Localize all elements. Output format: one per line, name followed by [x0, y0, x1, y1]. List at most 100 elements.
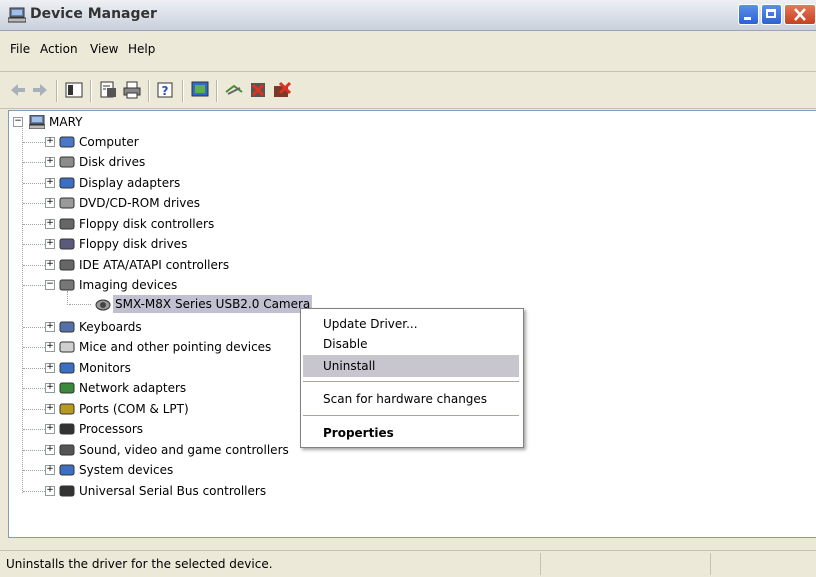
menu-disable[interactable]: Disable — [303, 333, 519, 355]
expand-toggle[interactable]: + — [45, 445, 55, 455]
root-label: MARY — [49, 115, 83, 129]
monitor-icon — [59, 362, 75, 374]
keyboard-icon — [59, 321, 75, 333]
tree-item-universal-serial-bus-controllers[interactable]: + Universal Serial Bus controllers — [23, 482, 365, 500]
port-icon — [59, 403, 75, 415]
menu-properties[interactable]: Properties — [303, 422, 519, 444]
close-button[interactable] — [784, 4, 816, 25]
minimize-button[interactable] — [738, 4, 759, 25]
tree-item-disk-drives[interactable]: + Disk drives — [23, 153, 365, 171]
title-bar: Device Manager — [0, 0, 816, 31]
maximize-button[interactable] — [761, 4, 782, 25]
computer-icon — [29, 115, 45, 129]
computer-icon — [59, 136, 75, 148]
menu-update-driver[interactable]: Update Driver... — [303, 313, 519, 335]
expand-toggle[interactable]: + — [45, 219, 55, 229]
disk-drive-icon — [59, 156, 75, 168]
tree-item-floppy-disk-drives[interactable]: + Floppy disk drives — [23, 235, 365, 253]
tree-item-dvd-cd-rom-drives[interactable]: + DVD/CD-ROM drives — [23, 194, 365, 212]
collapse-toggle[interactable]: − — [13, 117, 23, 127]
tree-root[interactable]: − MARY — [13, 113, 133, 131]
expand-toggle[interactable]: + — [45, 424, 55, 434]
menu-help[interactable]: Help — [124, 40, 159, 58]
help-icon[interactable]: ? — [156, 80, 176, 100]
tree-item-label: Network adapters — [79, 381, 187, 395]
tree-item-computer[interactable]: + Computer — [23, 133, 365, 151]
console-tree-icon[interactable] — [64, 80, 84, 100]
tree-item-label: Mice and other pointing devices — [79, 340, 272, 354]
menu-uninstall[interactable]: Uninstall — [303, 355, 519, 377]
tree-item-label: Sound, video and game controllers — [79, 443, 289, 457]
print-icon[interactable] — [122, 80, 142, 100]
tree-item-label: DVD/CD-ROM drives — [79, 196, 201, 210]
ide-icon — [59, 259, 75, 271]
expand-toggle[interactable]: + — [45, 383, 55, 393]
tree-item-label: Ports (COM & LPT) — [79, 402, 189, 416]
collapse-toggle[interactable]: − — [45, 280, 55, 290]
expand-toggle[interactable]: + — [45, 239, 55, 249]
expand-toggle[interactable]: + — [45, 157, 55, 167]
scan-icon[interactable] — [224, 80, 244, 100]
context-menu: Update Driver... Disable Uninstall Scan … — [300, 308, 524, 448]
expand-toggle[interactable]: + — [45, 322, 55, 332]
close-icon — [794, 8, 806, 21]
camera-icon — [95, 299, 111, 311]
tree-item-floppy-disk-controllers[interactable]: + Floppy disk controllers — [23, 215, 365, 233]
tree-item-label: Floppy disk drives — [79, 237, 188, 251]
expand-toggle[interactable]: + — [45, 465, 55, 475]
status-text: Uninstalls the driver for the selected d… — [6, 557, 273, 571]
dvd-icon — [59, 197, 75, 209]
update-driver-icon[interactable] — [190, 80, 210, 100]
menu-file[interactable]: File — [6, 40, 34, 58]
window-title: Device Manager — [30, 6, 157, 22]
tree-item-label: Imaging devices — [79, 278, 178, 292]
network-icon — [59, 382, 75, 394]
toolbar: ? — [0, 72, 816, 109]
tree-item-label: System devices — [79, 463, 174, 477]
status-bar: Uninstalls the driver for the selected d… — [0, 550, 816, 577]
disable-icon[interactable] — [248, 80, 268, 100]
camera-icon — [59, 279, 75, 291]
uninstall-icon[interactable] — [272, 80, 292, 100]
tree-item-label: Universal Serial Bus controllers — [79, 484, 267, 498]
processor-icon — [59, 423, 75, 435]
tree-item-label: Processors — [79, 422, 144, 436]
menu-action[interactable]: Action — [36, 40, 82, 58]
tree-item-label: Display adapters — [79, 176, 181, 190]
sound-icon — [59, 444, 75, 456]
tree-item-label: Disk drives — [79, 155, 146, 169]
system-icon — [59, 464, 75, 476]
tree-item-ide-ata-atapi-controllers[interactable]: + IDE ATA/ATAPI controllers — [23, 256, 365, 274]
tree-item-label: Computer — [79, 135, 139, 149]
menu-separator — [303, 415, 519, 416]
expand-toggle[interactable]: + — [45, 486, 55, 496]
menu-separator — [303, 381, 519, 382]
back-icon[interactable] — [8, 80, 28, 100]
expand-toggle[interactable]: + — [45, 363, 55, 373]
floppy-icon — [59, 238, 75, 250]
expand-toggle[interactable]: + — [45, 137, 55, 147]
tree-item-label: Floppy disk controllers — [79, 217, 215, 231]
device-manager-icon — [8, 7, 26, 23]
expand-toggle[interactable]: + — [45, 178, 55, 188]
menu-view[interactable]: View — [86, 40, 122, 58]
expand-toggle[interactable]: + — [45, 404, 55, 414]
camera-label: SMX-M8X Series USB2.0 Camera — [113, 295, 313, 313]
tree-item-camera[interactable]: SMX-M8X Series USB2.0 Camera — [69, 295, 329, 313]
expand-toggle[interactable]: + — [45, 198, 55, 208]
mouse-icon — [59, 341, 75, 353]
menu-scan-hardware[interactable]: Scan for hardware changes — [303, 388, 519, 410]
tree-item-imaging-devices[interactable]: − Imaging devices — [23, 276, 365, 294]
expand-toggle[interactable]: + — [45, 342, 55, 352]
tree-item-system-devices[interactable]: + System devices — [23, 461, 365, 479]
svg-text:?: ? — [162, 84, 169, 98]
menu-bar: File Action View Help — [0, 31, 816, 72]
expand-toggle[interactable]: + — [45, 260, 55, 270]
tree-item-label: Monitors — [79, 361, 131, 375]
forward-icon[interactable] — [30, 80, 50, 100]
display-icon — [59, 177, 75, 189]
tree-item-label: IDE ATA/ATAPI controllers — [79, 258, 230, 272]
tree-item-display-adapters[interactable]: + Display adapters — [23, 174, 365, 192]
tree-item-label: Keyboards — [79, 320, 142, 334]
properties-icon[interactable] — [98, 80, 118, 100]
